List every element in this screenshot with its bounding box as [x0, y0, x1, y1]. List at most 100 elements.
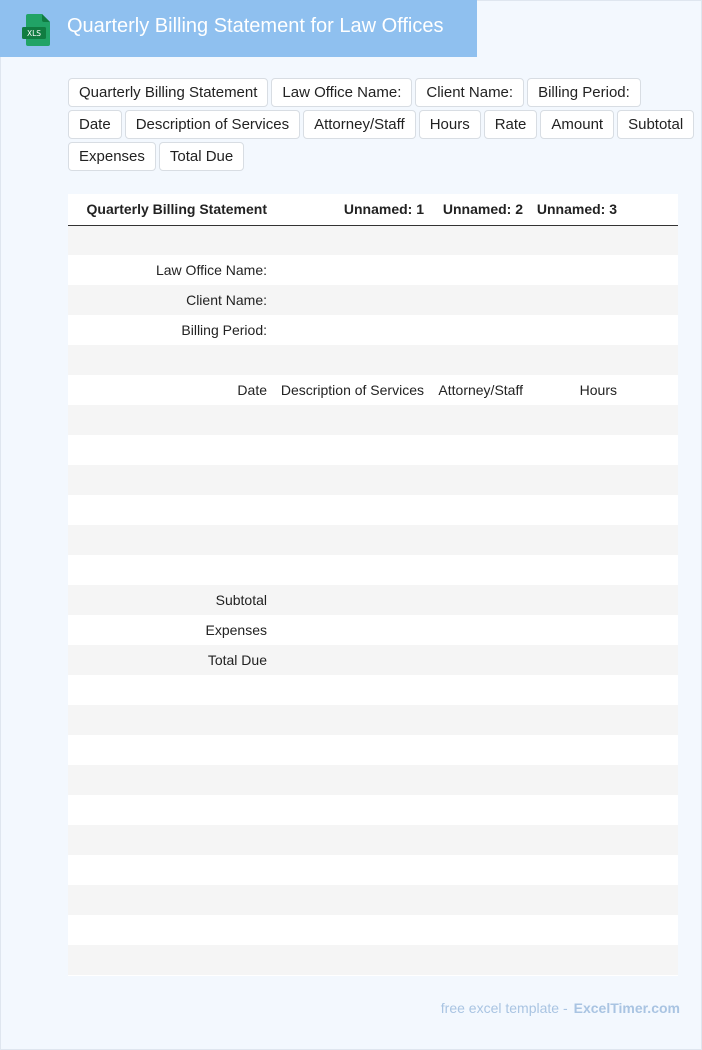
table-row: 5DateDescription of ServicesAttorney/Sta… — [68, 375, 678, 405]
column-chip[interactable]: Attorney/Staff — [303, 110, 416, 139]
table-cell — [430, 255, 529, 285]
table-cell — [529, 225, 623, 255]
column-header: Quarterly Billing Statement — [68, 194, 273, 226]
table-row: 20 — [68, 825, 678, 855]
table-cell — [529, 435, 623, 465]
table-cell — [273, 585, 430, 615]
table-cell — [273, 915, 430, 945]
table-cell — [623, 765, 678, 795]
table-cell — [273, 735, 430, 765]
column-header: Unnamed: 4 — [623, 194, 678, 226]
table-cell — [273, 765, 430, 795]
column-chip[interactable]: Expenses — [68, 142, 156, 171]
table-cell — [68, 555, 273, 585]
table-cell — [623, 885, 678, 915]
column-chip[interactable]: Quarterly Billing Statement — [68, 78, 269, 107]
table-cell — [529, 255, 623, 285]
table-cell — [623, 615, 678, 645]
table-cell — [68, 345, 273, 375]
table-cell: Date — [68, 375, 273, 405]
table-row: 17 — [68, 735, 678, 765]
column-chip[interactable]: Total Due — [158, 142, 245, 171]
table-cell — [430, 915, 529, 945]
page-title: Quarterly Billing Statement for Law Offi… — [67, 15, 444, 37]
table-cell — [623, 945, 678, 975]
data-table-container[interactable]: Quarterly Billing Statement Unnamed: 1 Unn… — [68, 194, 678, 976]
table-cell — [68, 825, 273, 855]
table-cell — [273, 255, 430, 285]
data-table: Quarterly Billing Statement Unnamed: 1 Unn… — [68, 194, 678, 975]
table-cell — [68, 495, 273, 525]
table-row: 23 — [68, 915, 678, 945]
column-chip[interactable]: Law Office Name: — [271, 78, 413, 107]
table-cell — [529, 285, 623, 315]
table-cell — [68, 435, 273, 465]
table-cell — [529, 915, 623, 945]
table-cell: Hours — [529, 375, 623, 405]
table-cell — [623, 525, 678, 555]
table-cell: Total Due — [68, 645, 273, 675]
table-cell — [430, 885, 529, 915]
table-cell: Client Name: — [68, 285, 273, 315]
table-cell — [273, 345, 430, 375]
column-chip[interactable]: Hours — [418, 110, 481, 139]
table-cell — [529, 825, 623, 855]
table-cell — [529, 525, 623, 555]
table-cell — [529, 645, 623, 675]
column-chip[interactable]: Description of Services — [124, 110, 301, 139]
table-cell — [529, 315, 623, 345]
table-cell — [273, 825, 430, 855]
table-cell — [430, 495, 529, 525]
table-cell: Expenses — [68, 615, 273, 645]
svg-text:XLS: XLS — [27, 29, 41, 38]
table-cell — [529, 735, 623, 765]
table-cell — [430, 225, 529, 255]
table-cell — [430, 465, 529, 495]
footer-brand-link[interactable]: ExcelTimer.com — [574, 1000, 680, 1016]
table-cell — [623, 555, 678, 585]
table-cell — [529, 615, 623, 645]
table-cell — [529, 945, 623, 975]
table-row: 22 — [68, 885, 678, 915]
table-cell — [430, 705, 529, 735]
table-cell: Billing Period: — [68, 315, 273, 345]
table-cell — [623, 255, 678, 285]
column-chip[interactable]: Client Name: — [415, 78, 525, 107]
table-cell — [273, 495, 430, 525]
table-row: 8 — [68, 465, 678, 495]
column-chip[interactable]: Amount — [540, 110, 615, 139]
table-cell — [529, 465, 623, 495]
table-row: 0 — [68, 225, 678, 255]
table-body: 01Law Office Name:2Client Name:3Billing … — [68, 225, 678, 975]
table-cell: Attorney/Staff — [430, 375, 529, 405]
column-header: Unnamed: 1 — [273, 194, 430, 226]
table-cell — [430, 645, 529, 675]
table-cell — [273, 885, 430, 915]
table-row: 11 — [68, 555, 678, 585]
table-cell — [68, 735, 273, 765]
column-chip[interactable]: Date — [68, 110, 122, 139]
table-cell — [68, 525, 273, 555]
table-row: 24 — [68, 945, 678, 975]
table-cell — [623, 585, 678, 615]
column-chip[interactable]: Rate — [483, 110, 538, 139]
column-chip[interactable]: Billing Period: — [527, 78, 641, 107]
table-cell — [430, 405, 529, 435]
table-cell — [273, 855, 430, 885]
table-row: 18 — [68, 765, 678, 795]
column-chip[interactable]: Subtotal — [617, 110, 695, 139]
table-cell — [529, 885, 623, 915]
footer-credit: free excel template - ExcelTimer.com — [441, 1000, 680, 1016]
table-cell — [623, 825, 678, 855]
column-header: Unnamed: 2 — [430, 194, 529, 226]
table-cell — [273, 315, 430, 345]
table-cell — [430, 555, 529, 585]
table-cell — [68, 855, 273, 885]
table-cell — [273, 435, 430, 465]
table-cell — [68, 885, 273, 915]
table-cell — [68, 945, 273, 975]
table-cell — [273, 405, 430, 435]
table-cell — [529, 855, 623, 885]
table-cell — [273, 705, 430, 735]
table-cell — [623, 345, 678, 375]
